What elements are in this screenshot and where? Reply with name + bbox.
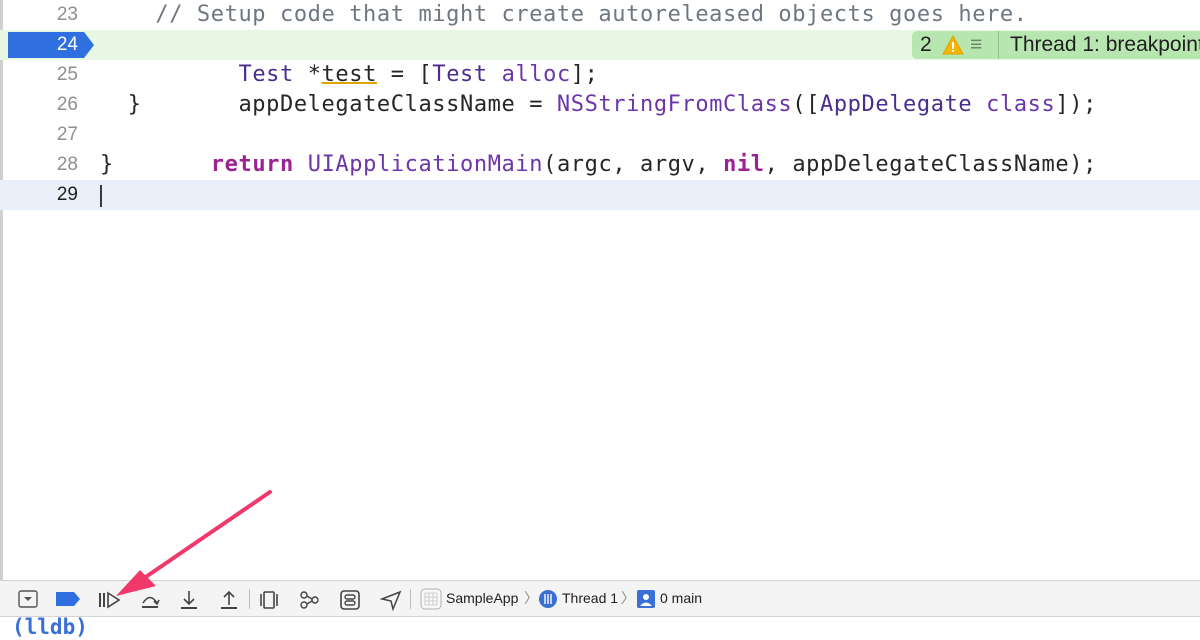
source-editor[interactable]: 23 // Setup code that might create autor… bbox=[0, 0, 1200, 580]
menu-lines-icon: ≡ bbox=[970, 33, 983, 56]
line-number[interactable]: 28 bbox=[8, 150, 78, 180]
line-number[interactable]: 27 bbox=[8, 120, 78, 150]
app-icon bbox=[420, 588, 442, 610]
code-line-26[interactable]: 26 } bbox=[0, 90, 1200, 120]
code-line-25[interactable]: 25 appDelegateClassName = NSStringFromCl… bbox=[0, 60, 1200, 117]
thread-status-label: Thread 1: breakpoint bbox=[1010, 33, 1200, 56]
thread-breakpoint-badge[interactable]: 2 ≡ Thread 1: breakpoint bbox=[912, 31, 1200, 59]
debug-console[interactable]: (lldb) bbox=[0, 615, 1200, 639]
stack-frame-icon bbox=[637, 590, 655, 608]
issue-count: 2 bbox=[920, 33, 932, 56]
code-text: } bbox=[100, 92, 142, 117]
code-text: appDelegateClassName = NSStringFromClass… bbox=[100, 60, 1097, 117]
memory-graph-icon[interactable] bbox=[298, 589, 320, 611]
code-line-29-cursor[interactable]: 29 bbox=[0, 180, 1200, 210]
breadcrumb-chevron-icon: 〉 bbox=[621, 590, 635, 606]
toolbar-divider bbox=[410, 589, 411, 609]
code-text: return UIApplicationMain(argc, argv, nil… bbox=[100, 120, 1097, 177]
code-text: } bbox=[100, 152, 114, 177]
text-cursor bbox=[100, 185, 102, 207]
warning-icon bbox=[942, 34, 964, 55]
view-debugger-icon[interactable] bbox=[258, 589, 280, 611]
line-number[interactable]: 29 bbox=[8, 180, 78, 210]
lldb-prompt: (lldb) bbox=[12, 615, 88, 639]
breadcrumb-frame[interactable]: 0 main bbox=[660, 581, 702, 616]
badge-divider bbox=[998, 31, 999, 59]
code-line-23[interactable]: 23 // Setup code that might create autor… bbox=[0, 0, 1200, 30]
line-number[interactable]: 23 bbox=[8, 0, 78, 30]
hide-debug-area-icon[interactable] bbox=[18, 590, 38, 608]
code-text: Test *test = [Test alloc]; bbox=[100, 30, 599, 87]
code-line-28[interactable]: 28 } bbox=[0, 150, 1200, 180]
breadcrumb-chevron-icon: 〉 bbox=[524, 590, 538, 606]
environment-overrides-icon[interactable] bbox=[339, 589, 361, 611]
simulate-location-icon[interactable] bbox=[380, 589, 402, 611]
breakpoints-toggle-icon[interactable] bbox=[56, 592, 80, 606]
line-number: 24 bbox=[56, 34, 78, 55]
line-number[interactable]: 25 bbox=[8, 60, 78, 90]
continue-icon[interactable] bbox=[97, 591, 121, 609]
breadcrumb-app[interactable]: SampleApp bbox=[446, 581, 518, 616]
breadcrumb-thread[interactable]: Thread 1 bbox=[562, 581, 618, 616]
line-number[interactable]: 26 bbox=[8, 90, 78, 120]
step-over-icon[interactable] bbox=[139, 589, 161, 611]
step-out-icon[interactable] bbox=[218, 589, 240, 611]
step-into-icon[interactable] bbox=[178, 589, 200, 611]
debug-toolbar: SampleApp 〉 Thread 1 〉 0 main bbox=[0, 580, 1200, 617]
code-text: // Setup code that might create autorele… bbox=[100, 2, 1028, 27]
thread-icon bbox=[539, 590, 557, 608]
code-line-27[interactable]: 27 return UIApplicationMain(argc, argv, … bbox=[0, 120, 1200, 177]
toolbar-divider bbox=[249, 589, 250, 609]
